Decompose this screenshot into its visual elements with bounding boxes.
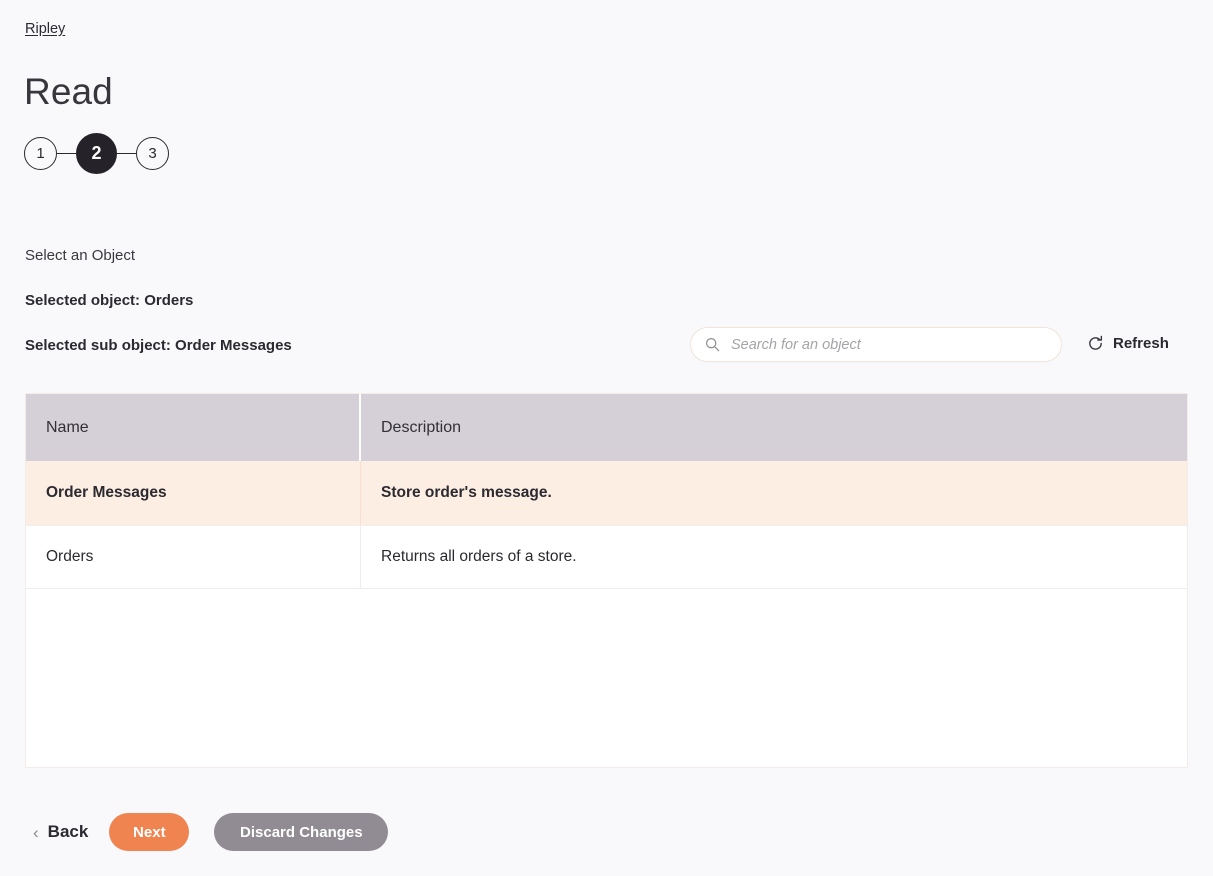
column-header-description[interactable]: Description <box>361 394 1187 461</box>
table-row[interactable]: Order Messages Store order's message. <box>26 461 1187 525</box>
table-header-row: Name Description <box>26 394 1187 461</box>
chevron-left-icon: ‹ <box>33 822 39 842</box>
selected-object-label: Selected object: Orders <box>25 292 194 309</box>
select-object-prompt: Select an Object <box>25 247 136 264</box>
next-button[interactable]: Next <box>109 813 190 851</box>
discard-changes-button[interactable]: Discard Changes <box>214 813 389 851</box>
search-icon <box>705 337 720 352</box>
stepper-step-3[interactable]: 3 <box>136 137 169 170</box>
table-row[interactable]: Orders Returns all orders of a store. <box>26 525 1187 589</box>
page-title: Read <box>24 71 113 112</box>
stepper-step-2[interactable]: 2 <box>76 133 117 174</box>
breadcrumb-ripley[interactable]: Ripley <box>25 21 65 37</box>
selected-sub-object-label: Selected sub object: Order Messages <box>25 337 292 354</box>
refresh-icon <box>1087 335 1104 352</box>
cell-description: Returns all orders of a store. <box>381 548 577 565</box>
cell-name: Order Messages <box>26 461 361 525</box>
back-label: Back <box>47 822 89 841</box>
cell-name: Orders <box>26 526 361 588</box>
refresh-button[interactable]: Refresh <box>1087 335 1169 352</box>
read-wizard-page: Ripley Read 1 2 3 Select an Object Selec… <box>0 0 1213 876</box>
stepper-step-1[interactable]: 1 <box>24 137 57 170</box>
search-box[interactable] <box>690 327 1062 362</box>
cell-description: Store order's message. <box>381 484 552 501</box>
stepper-connector-2 <box>117 152 136 155</box>
wizard-footer: ‹ Back Next Discard Changes <box>25 813 389 851</box>
wizard-stepper: 1 2 3 <box>24 133 169 174</box>
stepper-connector-1 <box>57 152 76 155</box>
back-button[interactable]: ‹ Back <box>25 822 109 842</box>
column-header-name[interactable]: Name <box>26 394 361 461</box>
refresh-label: Refresh <box>1113 335 1169 352</box>
search-input[interactable] <box>731 336 1047 353</box>
objects-table: Name Description Order Messages Store or… <box>25 393 1188 768</box>
